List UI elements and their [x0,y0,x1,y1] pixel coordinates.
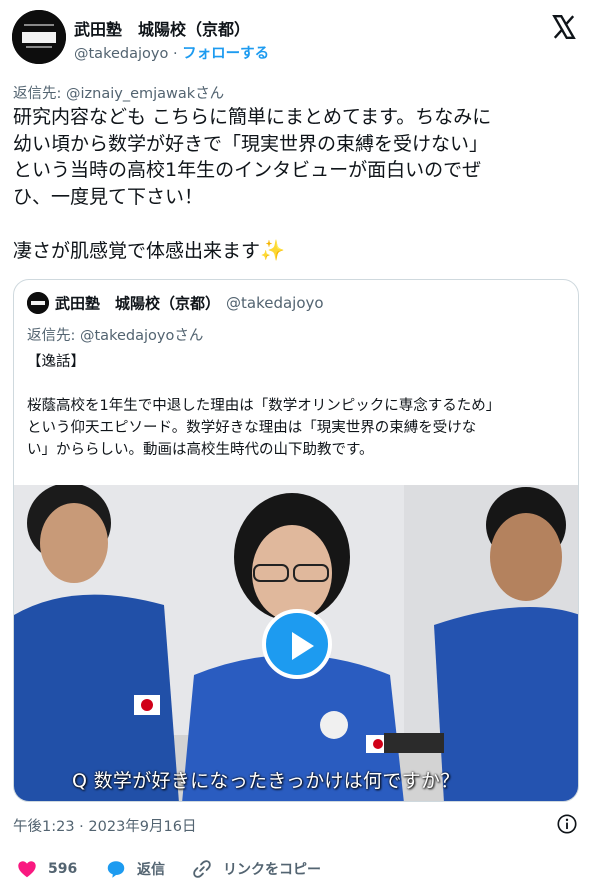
quoted-reply-to-line: 返信先: @takedajoyoさん [27,324,203,345]
tweet-body-line: ひ、一度見て下さい！ [13,185,204,208]
author-handle[interactable]: @takedajoyo [74,46,168,62]
tweet-body-last-line: 凄さが肌感覚で体感出来ます✨ [13,237,578,265]
quoted-text-line: い」かららしい。動画は高校生時代の山下助教です。 [27,442,374,458]
quoted-reply-to-mention: @takedajoyo [80,328,175,344]
tweet-body-line: 研究内容なども こちらに簡単にまとめてます。ちなみに [13,106,492,128]
video-player[interactable]: Q 数学が好きになったきっかけは何ですか？ [14,485,578,801]
author-handle-line: @takedajoyo · フォローする [74,42,269,63]
quoted-text-line: 桜蔭高校を1年生で中退した理由は「数学オリンピックに専念するため」 [27,398,501,414]
video-caption: Q 数学が好きになったきっかけは何ですか？ [72,770,460,792]
quoted-author-name: 武田塾 城陽校（京都） [55,294,221,313]
reply-button[interactable]: 返信 [105,856,165,882]
reply-to-line: 返信先: @iznaiy_emjawakさん [13,82,224,103]
quoted-tweet-text: 【逸話】 桜蔭高校を1年生で中退した理由は「数学オリンピックに専念するため」 と… [27,351,567,461]
tweet-timestamp[interactable]: 午後1:23 · 2023年9月16日 [13,815,196,836]
quoted-text-line: という仰天エピソード。数学好きな理由は「現実世界の束縛を受けな [27,420,477,436]
tweet-header: 武田塾 城陽校（京都） @takedajoyo · フォローする [12,10,577,68]
avatar-logo-icon [12,10,66,64]
reply-label: 返信 [137,862,165,878]
quoted-tweet-card[interactable]: 武田塾 城陽校（京都） @takedajoyo 返信先: @takedajoyoさ… [13,279,579,802]
info-icon[interactable] [556,813,578,835]
quoted-reply-to-prefix: 返信先: [27,328,80,344]
link-icon [193,860,211,878]
tweet-body: 研究内容なども こちらに簡単にまとめてます。ちなみに 幼い頃から数学が好きで「現… [13,104,578,264]
quoted-avatar-logo-icon [27,292,49,314]
quoted-reply-to-suffix: さん [174,328,204,344]
reply-to-mention[interactable]: @iznaiy_emjawak [66,86,195,102]
tweet-body-line: という当時の高校1年生のインタビューが面白いのでぜ [13,159,482,181]
author-name[interactable]: 武田塾 城陽校（京都） [74,16,250,40]
follow-button[interactable]: フォローする [182,46,269,62]
play-icon[interactable] [262,609,332,679]
like-button[interactable]: 596 [16,856,77,882]
copy-link-label: リンクをコピー [223,862,321,878]
quoted-title: 【逸話】 [27,354,85,370]
x-logo-icon[interactable] [551,14,577,40]
action-bar: 596 返信 リンクをコピー [13,856,578,882]
heart-icon [18,861,36,878]
reply-to-suffix: さん [195,86,225,102]
copy-link-button[interactable]: リンクをコピー [191,856,321,882]
separator-dot: · [172,46,178,62]
tweet-body-line: 幼い頃から数学が好きで「現実世界の束縛を受けない」 [13,132,489,155]
reply-to-prefix: 返信先: [13,86,66,102]
sparkles-emoji-icon: ✨ [260,237,285,262]
quoted-tweet-header: 武田塾 城陽校（京都） @takedajoyo [27,292,324,316]
reply-bubble-icon [107,861,125,878]
author-avatar[interactable] [12,10,66,64]
quoted-author-avatar [27,292,49,314]
quoted-author-handle: @takedajoyo [226,294,324,312]
tweet-body-last-text: 凄さが肌感覚で体感出来ます [13,239,261,262]
like-count: 596 [48,861,78,877]
